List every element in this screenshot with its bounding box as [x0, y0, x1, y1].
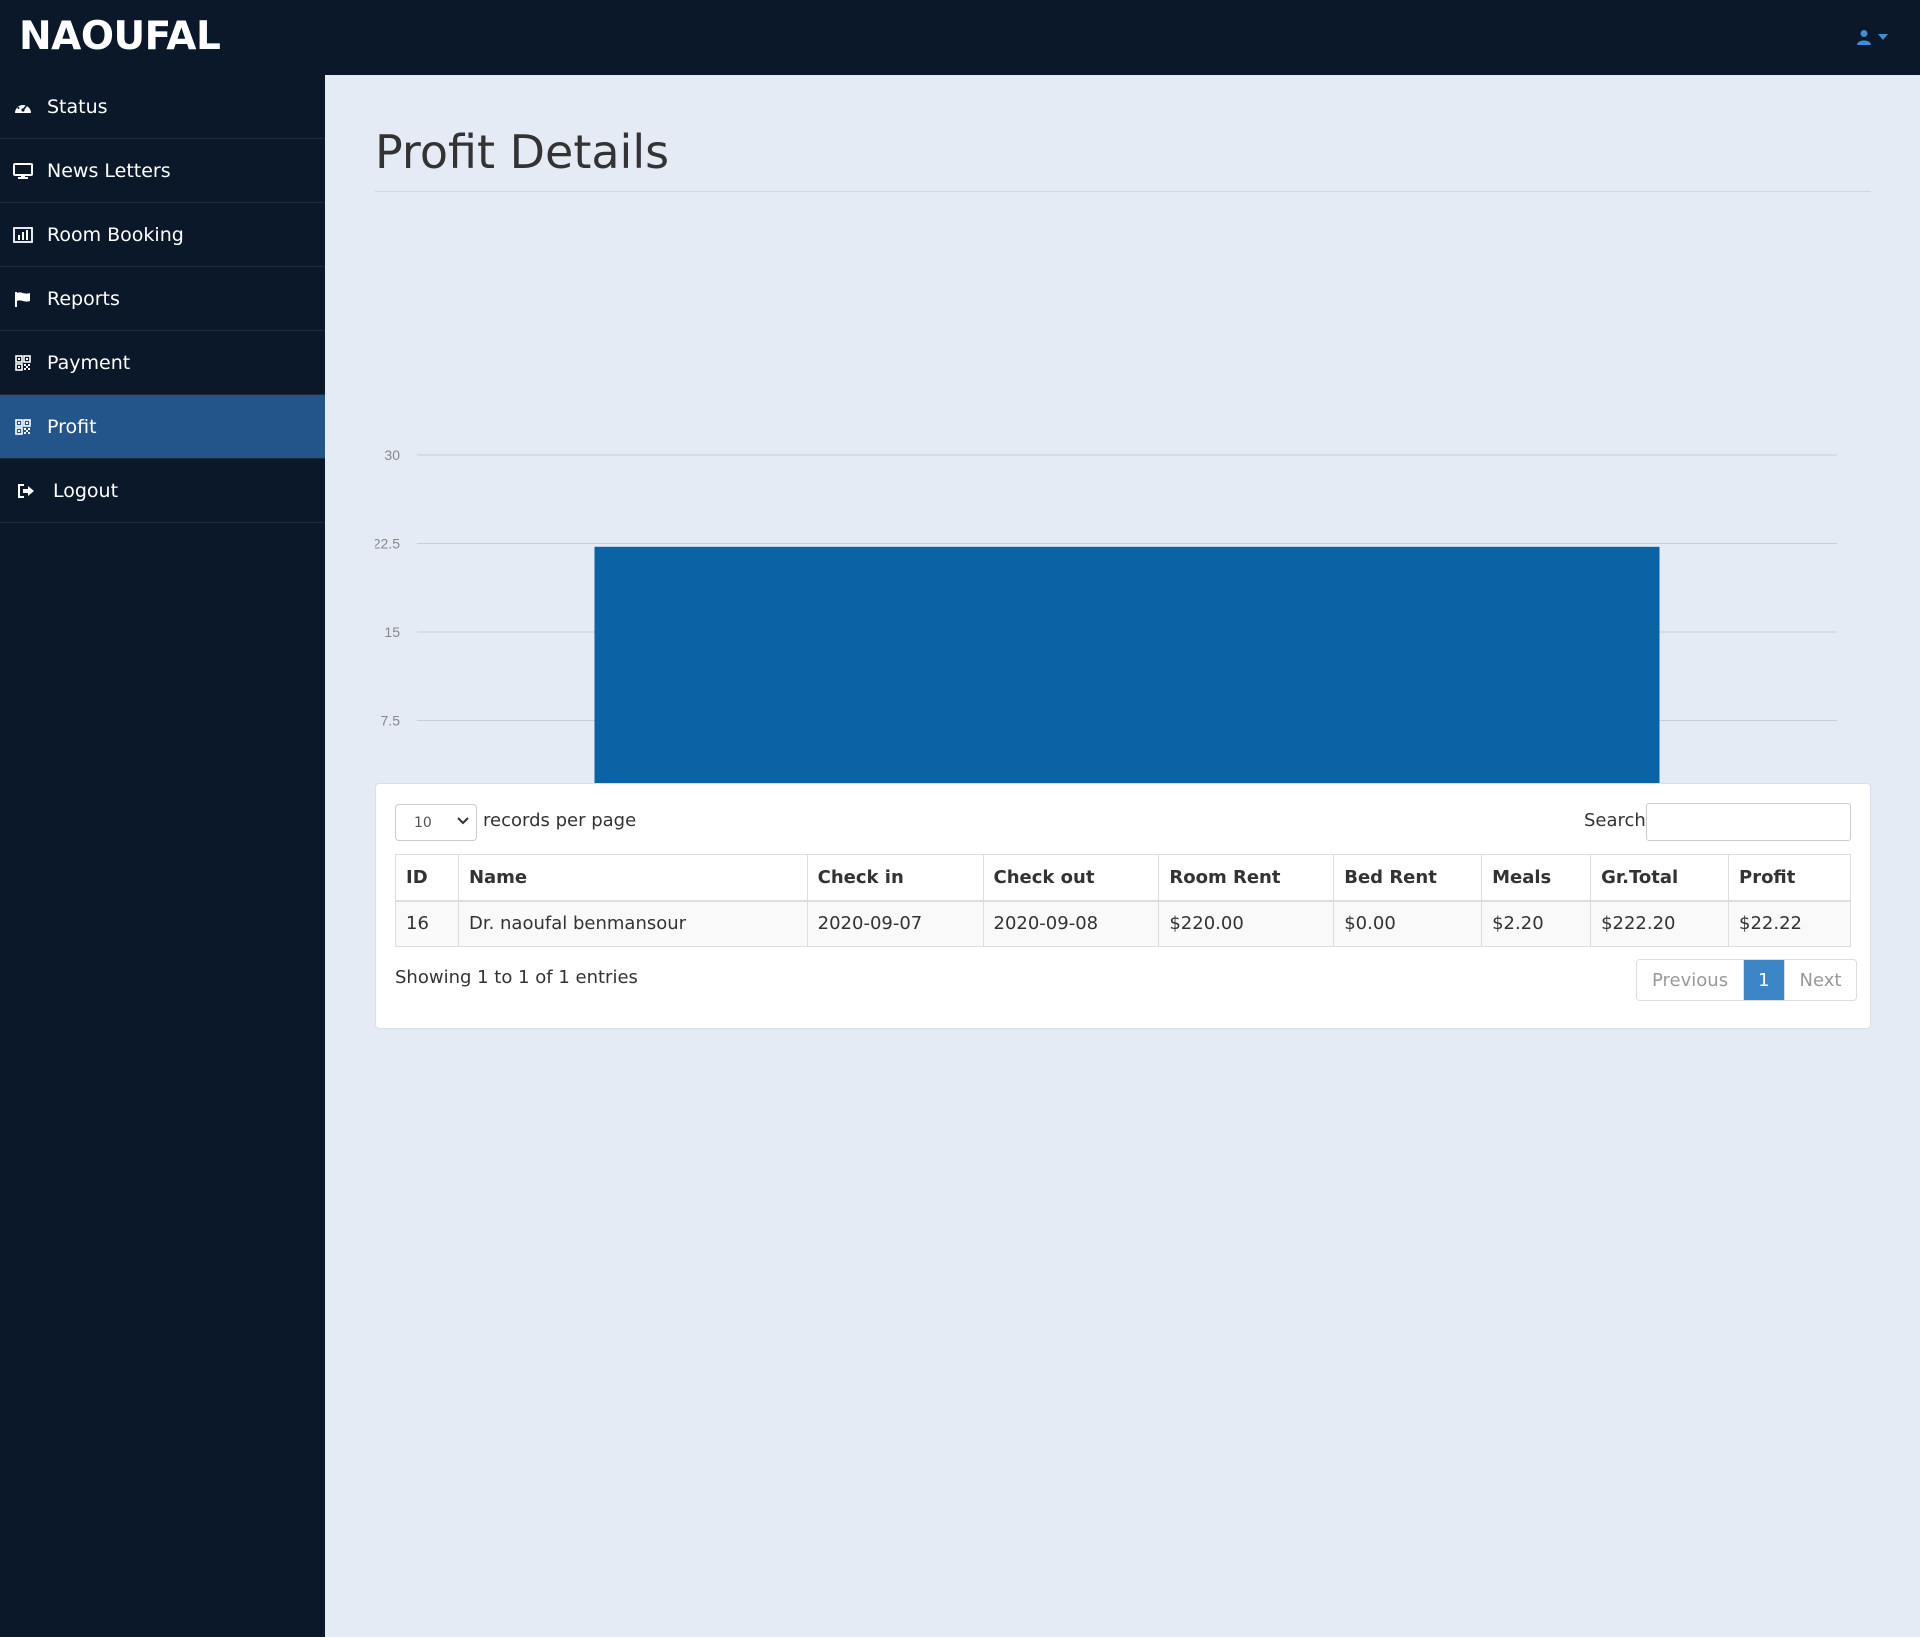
profit-table: ID Name Check in Check out Room Rent Bed… — [395, 854, 1851, 947]
flag-icon — [12, 288, 34, 310]
title-divider — [375, 191, 1871, 192]
caret-down-icon — [1878, 34, 1888, 40]
cell-room-rent: $220.00 — [1158, 900, 1335, 947]
table-info: Showing 1 to 1 of 1 entries — [395, 967, 638, 988]
cell-id: 16 — [395, 900, 459, 947]
cell-check-out: 2020-09-08 — [982, 900, 1160, 947]
brand-logo[interactable]: NAOUFAL — [19, 14, 221, 59]
qrcode-icon — [12, 352, 34, 374]
column-header-room-rent[interactable]: Room Rent — [1158, 854, 1335, 902]
sign-out-icon — [15, 480, 37, 502]
page-1-button[interactable]: 1 — [1744, 960, 1784, 1000]
sidebar-item-logout[interactable]: Logout — [0, 459, 325, 523]
table-header-row: ID Name Check in Check out Room Rent Bed… — [395, 854, 1851, 902]
bar — [594, 546, 1660, 809]
records-per-page-label: records per page — [483, 810, 637, 831]
column-header-name[interactable]: Name — [457, 854, 808, 902]
column-header-gr-total[interactable]: Gr.Total — [1590, 854, 1729, 902]
cell-gr-total: $222.20 — [1590, 900, 1729, 947]
dashboard-icon — [12, 96, 34, 118]
qrcode-icon — [12, 416, 34, 438]
sidebar-item-label: News Letters — [47, 159, 171, 182]
bar-chart-icon — [12, 224, 34, 246]
table-row: 16 Dr. naoufal benmansour 2020-09-07 202… — [395, 900, 1851, 947]
cell-bed-rent: $0.00 — [1333, 900, 1483, 947]
column-header-check-out[interactable]: Check out — [982, 854, 1160, 902]
sidebar-item-profit[interactable]: Profit — [0, 395, 325, 459]
sidebar-item-status[interactable]: Status — [0, 75, 325, 139]
user-menu-toggle[interactable] — [1856, 26, 1898, 48]
sidebar-item-label: Payment — [47, 351, 131, 374]
search-label: Search: — [1584, 810, 1652, 831]
cell-name: Dr. naoufal benmansour — [457, 900, 808, 947]
y-tick-label: 7.5 — [381, 713, 401, 729]
sidebar-item-room-booking[interactable]: Room Booking — [0, 203, 325, 267]
records-per-page-value: 10 — [414, 814, 432, 831]
column-header-profit[interactable]: Profit — [1728, 854, 1851, 902]
profit-bar-chart: 07.51522.5302020-09-08 — [375, 447, 1837, 840]
y-tick-label: 30 — [384, 447, 400, 463]
cell-profit: $22.22 — [1728, 900, 1851, 947]
y-tick-label: 15 — [384, 624, 400, 640]
sidebar-item-reports[interactable]: Reports — [0, 267, 325, 331]
sidebar-item-label: Reports — [47, 287, 120, 310]
user-icon — [1857, 30, 1871, 45]
records-panel: 10 records per page Search: ID Name Chec… — [375, 783, 1871, 1029]
sidebar-item-label: Logout — [53, 479, 119, 502]
cell-meals: $2.20 — [1481, 900, 1592, 947]
cell-check-in: 2020-09-07 — [806, 900, 984, 947]
sidebar: Status News Letters Room Booking Reports… — [0, 75, 325, 1637]
search-input[interactable] — [1646, 803, 1851, 841]
pagination: Previous 1 Next — [1636, 959, 1858, 1001]
sidebar-item-payment[interactable]: Payment — [0, 331, 325, 395]
monitor-icon — [12, 160, 34, 182]
records-per-page-select[interactable]: 10 — [395, 804, 477, 841]
top-navbar: NAOUFAL — [0, 0, 1920, 75]
column-header-bed-rent[interactable]: Bed Rent — [1333, 854, 1483, 902]
column-header-check-in[interactable]: Check in — [806, 854, 984, 902]
sidebar-item-news-letters[interactable]: News Letters — [0, 139, 325, 203]
sidebar-item-label: Profit — [47, 415, 97, 438]
y-tick-label: 22.5 — [375, 536, 400, 552]
previous-page-button[interactable]: Previous — [1637, 960, 1745, 1000]
next-page-button[interactable]: Next — [1783, 960, 1857, 1000]
column-header-meals[interactable]: Meals — [1481, 854, 1592, 902]
sidebar-item-label: Room Booking — [47, 223, 184, 246]
page-title: Profit Details — [375, 125, 670, 179]
chevron-down-icon — [457, 817, 469, 825]
column-header-id[interactable]: ID — [395, 854, 459, 902]
sidebar-item-label: Status — [47, 95, 108, 118]
